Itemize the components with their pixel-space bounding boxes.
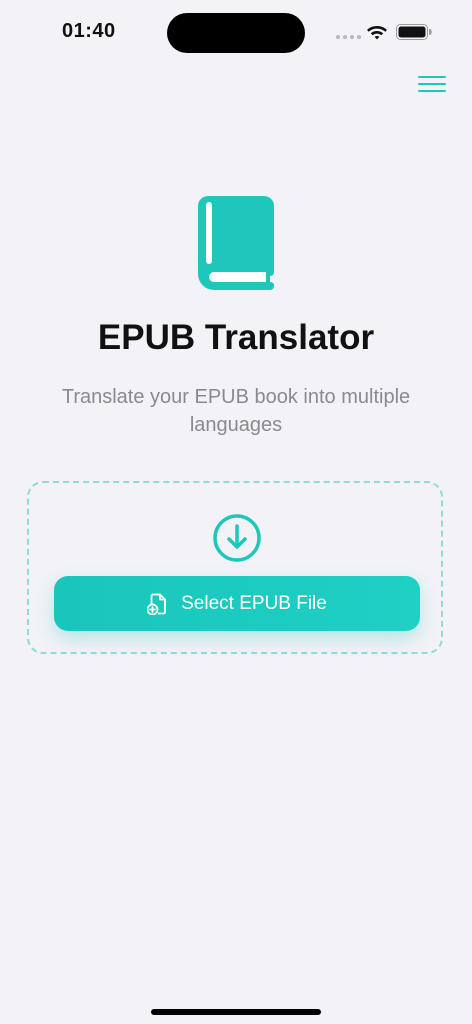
dynamic-island <box>167 13 305 53</box>
select-epub-file-button[interactable]: Select EPUB File <box>54 576 420 631</box>
status-time: 01:40 <box>62 20 116 42</box>
page-subtitle: Translate your EPUB book into multiple l… <box>61 386 411 436</box>
book-icon <box>198 196 274 290</box>
page-title: EPUB Translator <box>97 318 375 357</box>
file-add-icon <box>147 593 167 615</box>
app-screen: 01:40 EPUB Translator Translate your EPU… <box>0 0 472 1024</box>
cellular-signal-icon <box>336 35 361 39</box>
wifi-icon <box>367 26 387 40</box>
select-epub-file-label: Select EPUB File <box>181 592 327 614</box>
epub-drop-zone[interactable]: Select EPUB File <box>27 481 443 654</box>
battery-icon <box>396 24 432 40</box>
download-circle-icon <box>213 514 261 562</box>
hamburger-menu-icon[interactable] <box>414 72 450 96</box>
home-indicator[interactable] <box>151 1009 321 1015</box>
status-bar: 01:40 <box>0 0 472 62</box>
